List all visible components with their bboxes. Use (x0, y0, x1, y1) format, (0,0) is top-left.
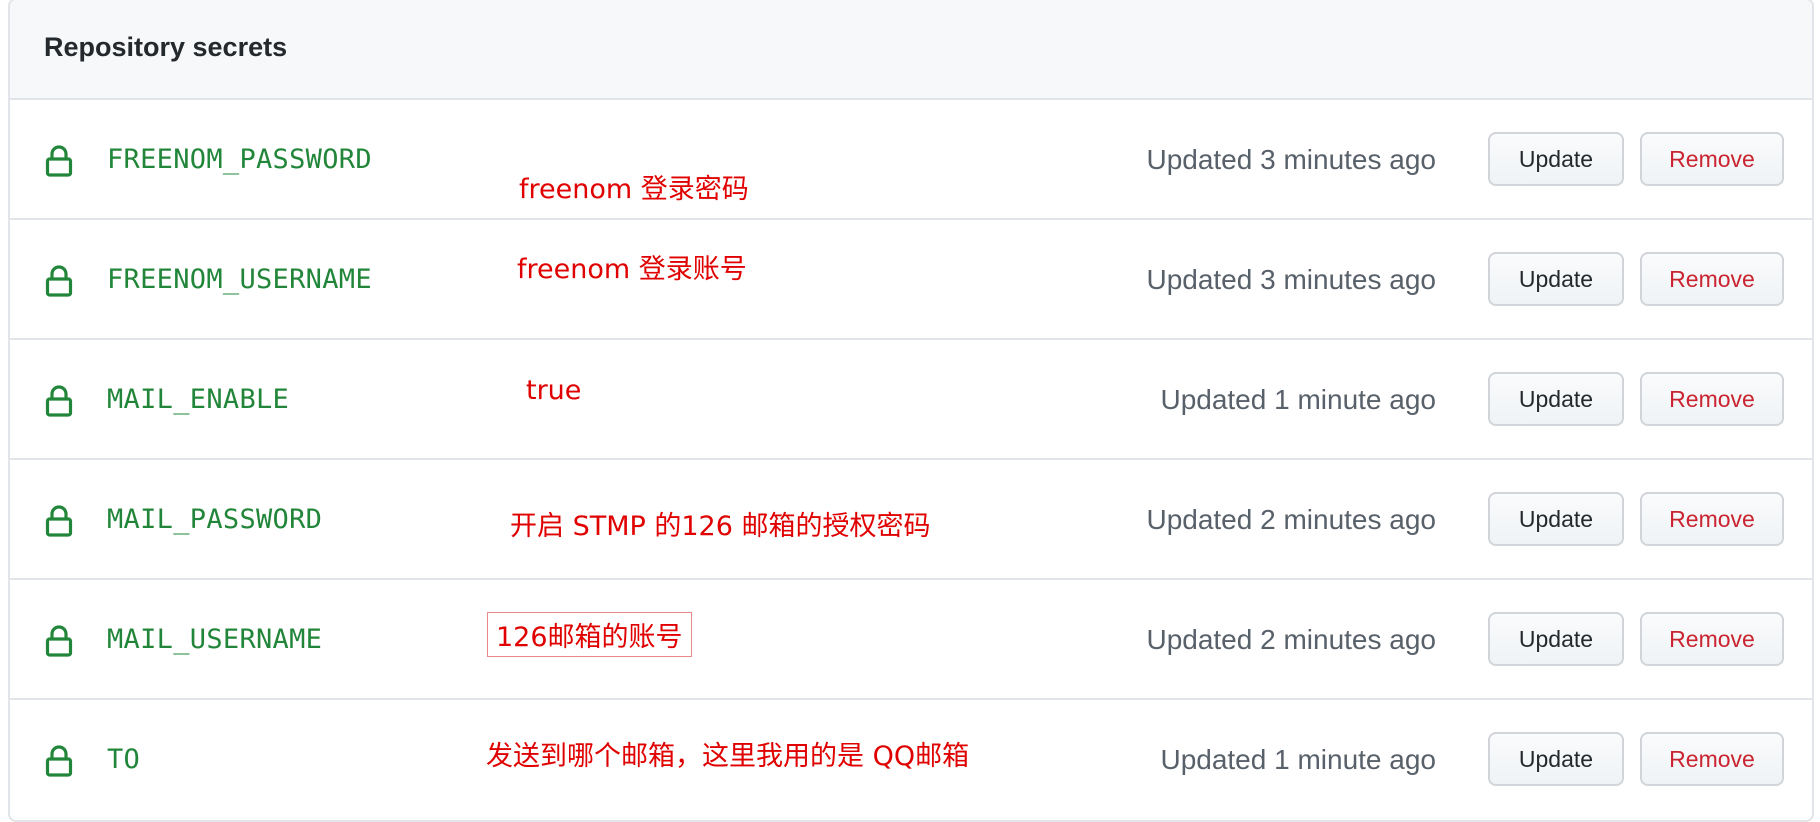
annotation-note: freenom 登录账号 (517, 254, 747, 285)
annotation-note: 发送到哪个邮箱，这里我用的是 QQ邮箱 (486, 741, 970, 772)
secret-row: MAIL_PASSWORD 开启 STMP 的126 邮箱的授权密码 Updat… (10, 460, 1812, 580)
updated-timestamp: Updated 2 minutes ago (1146, 504, 1436, 535)
secret-name: MAIL_USERNAME (107, 624, 323, 655)
remove-button[interactable]: Remove (1640, 372, 1784, 426)
lock-icon (44, 144, 74, 178)
annotation-note: 开启 STMP 的126 邮箱的授权密码 (510, 511, 931, 542)
remove-button[interactable]: Remove (1640, 252, 1784, 306)
updated-timestamp: Updated 3 minutes ago (1146, 264, 1436, 295)
secret-row: TO 发送到哪个邮箱，这里我用的是 QQ邮箱 Updated 1 minute … (10, 700, 1812, 820)
updated-timestamp: Updated 1 minute ago (1160, 744, 1436, 775)
annotation-note: freenom 登录密码 (519, 174, 749, 205)
update-button[interactable]: Update (1488, 372, 1624, 426)
remove-button[interactable]: Remove (1640, 612, 1784, 666)
secret-name: FREENOM_USERNAME (107, 264, 372, 295)
updated-timestamp: Updated 3 minutes ago (1146, 144, 1436, 175)
lock-icon (44, 744, 74, 778)
update-button[interactable]: Update (1488, 612, 1624, 666)
update-button[interactable]: Update (1488, 492, 1624, 546)
updated-timestamp: Updated 2 minutes ago (1146, 624, 1436, 655)
secret-row: FREENOM_USERNAME freenom 登录账号 Updated 3 … (10, 220, 1812, 340)
update-button[interactable]: Update (1488, 252, 1624, 306)
lock-icon (44, 504, 74, 538)
lock-icon (44, 384, 74, 418)
secret-row: MAIL_ENABLE true Updated 1 minute ago Up… (10, 340, 1812, 460)
panel-title: Repository secrets (44, 32, 288, 62)
secret-row: MAIL_USERNAME 126邮箱的账号 Updated 2 minutes… (10, 580, 1812, 700)
panel-header: Repository secrets (10, 0, 1812, 100)
lock-icon (44, 264, 74, 298)
secret-name: MAIL_ENABLE (107, 384, 290, 415)
updated-timestamp: Updated 1 minute ago (1160, 384, 1436, 415)
repository-secrets-panel: Repository secrets FREENOM_PASSWORD free… (8, 0, 1814, 822)
remove-button[interactable]: Remove (1640, 732, 1784, 786)
annotation-note: true (526, 375, 582, 406)
lock-icon (44, 624, 74, 658)
remove-button[interactable]: Remove (1640, 492, 1784, 546)
secret-name: MAIL_PASSWORD (107, 504, 323, 535)
secret-name: TO (107, 744, 141, 775)
update-button[interactable]: Update (1488, 132, 1624, 186)
remove-button[interactable]: Remove (1640, 132, 1784, 186)
update-button[interactable]: Update (1488, 732, 1624, 786)
annotation-note: 126邮箱的账号 (487, 612, 692, 657)
secret-name: FREENOM_PASSWORD (107, 144, 372, 175)
secret-row: FREENOM_PASSWORD freenom 登录密码 Updated 3 … (10, 100, 1812, 220)
